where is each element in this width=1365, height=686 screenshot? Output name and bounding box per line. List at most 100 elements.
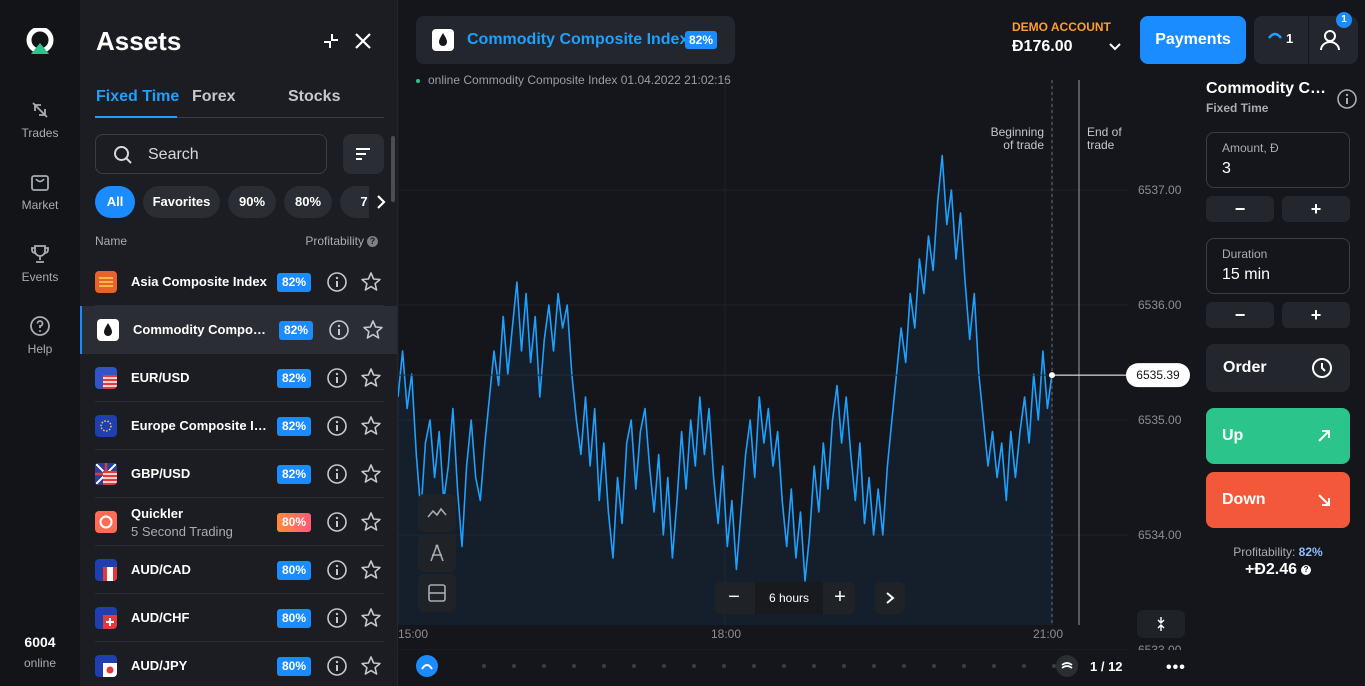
info-icon[interactable] (328, 319, 350, 341)
star-icon[interactable] (359, 462, 383, 486)
timeline-dot[interactable] (572, 664, 576, 668)
info-icon[interactable] (326, 655, 348, 677)
sort-button[interactable] (343, 134, 384, 174)
filter-chip-70[interactable]: 7 (340, 186, 369, 218)
brand-logo-icon[interactable] (26, 28, 54, 56)
asset-row[interactable]: AUD/JPY 80% (80, 642, 397, 686)
timeline-dot[interactable] (752, 664, 756, 668)
amount-field[interactable]: Amount, Đ (1206, 132, 1350, 188)
timeline-dot[interactable] (542, 664, 546, 668)
info-icon[interactable] (326, 415, 348, 437)
amount-input[interactable] (1222, 158, 1332, 180)
amount-label: Amount, Đ (1222, 141, 1279, 155)
timeline-dot[interactable] (812, 664, 816, 668)
filter-chip-all[interactable]: All (95, 186, 135, 218)
x-tick-label: 18:00 (711, 627, 741, 641)
chevron-right-icon[interactable] (371, 192, 391, 212)
star-icon[interactable] (359, 510, 383, 534)
asset-row[interactable]: EUR/USD 82% (80, 354, 397, 402)
zoom-out-button[interactable]: − (715, 582, 753, 614)
order-button[interactable]: Order (1206, 344, 1350, 392)
scrollbar[interactable] (391, 136, 395, 202)
timeline-layers-button[interactable] (1056, 655, 1078, 677)
close-icon[interactable] (352, 30, 374, 52)
zoom-in-button[interactable]: + (825, 582, 855, 614)
question-icon[interactable]: ? (1301, 564, 1312, 575)
asset-row[interactable]: Asia Composite Index 82% (80, 258, 397, 306)
asset-row[interactable]: Europe Composite Index 82% (80, 402, 397, 450)
duration-field[interactable]: Duration (1206, 238, 1350, 294)
rail-item-events[interactable]: Events (0, 242, 80, 284)
star-icon[interactable] (361, 318, 385, 342)
timeline-home-button[interactable] (416, 655, 438, 677)
chevron-down-icon[interactable] (1108, 40, 1122, 54)
asset-row[interactable]: AUD/CAD 80% (80, 546, 397, 594)
collapse-icon[interactable] (320, 30, 342, 52)
tab-fixed-time[interactable]: Fixed Time (96, 88, 179, 106)
more-button[interactable]: ••• (1166, 659, 1186, 677)
timeline-dot[interactable] (992, 664, 996, 668)
timeline-dot[interactable] (632, 664, 636, 668)
timeline-dot[interactable] (782, 664, 786, 668)
price-chart[interactable]: 6533.00 6534.00 6535.00 6536.00 6537.00 15:00… (398, 80, 1198, 650)
asset-row[interactable]: Commodity Composite Index 82% (80, 306, 397, 354)
star-icon[interactable] (359, 366, 383, 390)
star-icon[interactable] (359, 270, 383, 294)
filter-chip-80[interactable]: 80% (284, 186, 332, 218)
info-icon[interactable] (326, 367, 348, 389)
amount-minus-button[interactable]: − (1206, 196, 1274, 222)
question-icon[interactable]: ? (367, 236, 378, 247)
chart-area: Commodity Composite Index 82% online Com… (398, 0, 1198, 686)
timeline-dot[interactable] (482, 664, 486, 668)
timeline-dot[interactable] (662, 664, 666, 668)
rail-item-trades[interactable]: Trades (0, 98, 80, 140)
tab-forex[interactable]: Forex (192, 88, 236, 106)
indicators-button[interactable] (418, 574, 456, 612)
timeline-dot[interactable] (842, 664, 846, 668)
info-icon[interactable] (326, 463, 348, 485)
asset-row[interactable]: AUD/CHF 80% (80, 594, 397, 642)
asset-row[interactable]: GBP/USD 82% (80, 450, 397, 498)
filter-chip-90[interactable]: 90% (228, 186, 276, 218)
chart-type-button[interactable] (418, 494, 456, 532)
down-button[interactable]: Down (1206, 472, 1350, 528)
timeline-dot[interactable] (872, 664, 876, 668)
timeline-dot[interactable] (902, 664, 906, 668)
duration-minus-button[interactable]: − (1206, 302, 1274, 328)
star-icon[interactable] (359, 606, 383, 630)
tab-stocks[interactable]: Stocks (288, 88, 340, 106)
duration-plus-button[interactable]: + (1282, 302, 1350, 328)
timeline-dot[interactable] (1022, 664, 1026, 668)
duration-input[interactable] (1222, 264, 1332, 286)
timeline-dot[interactable] (692, 664, 696, 668)
timeline-dot[interactable] (962, 664, 966, 668)
demo-account[interactable]: DEMO ACCOUNT Đ176.00 (1012, 20, 1111, 56)
info-icon[interactable] (326, 607, 348, 629)
drawing-tools-button[interactable] (418, 534, 456, 572)
info-icon[interactable] (326, 559, 348, 581)
rail-item-help[interactable]: Help (0, 314, 80, 356)
star-icon[interactable] (359, 414, 383, 438)
timeline-dot[interactable] (932, 664, 936, 668)
search-input[interactable] (148, 143, 318, 167)
rail-item-market[interactable]: Market (0, 170, 80, 212)
timeline-dot[interactable] (722, 664, 726, 668)
up-button[interactable]: Up (1206, 408, 1350, 464)
asset-row[interactable]: Quickler 5 Second Trading 80% (80, 498, 397, 546)
level-icon (1268, 32, 1282, 39)
filter-chip-favorites[interactable]: Favorites (143, 186, 220, 218)
info-icon[interactable] (326, 271, 348, 293)
info-icon[interactable] (1336, 88, 1358, 110)
timeline-dot[interactable] (512, 664, 516, 668)
current-asset-chip[interactable]: Commodity Composite Index 82% (416, 16, 735, 64)
star-icon[interactable] (359, 654, 383, 678)
info-icon[interactable] (326, 511, 348, 533)
star-icon[interactable] (359, 558, 383, 582)
app-root: Trades Market Events Help 6004 online As… (0, 0, 1365, 686)
amount-plus-button[interactable]: + (1282, 196, 1350, 222)
timeline-dot[interactable] (602, 664, 606, 668)
chart-collapse-button[interactable] (1137, 610, 1185, 638)
asset-search[interactable] (95, 134, 327, 174)
chart-next-button[interactable] (875, 582, 905, 614)
payments-button[interactable]: Payments (1140, 16, 1246, 64)
